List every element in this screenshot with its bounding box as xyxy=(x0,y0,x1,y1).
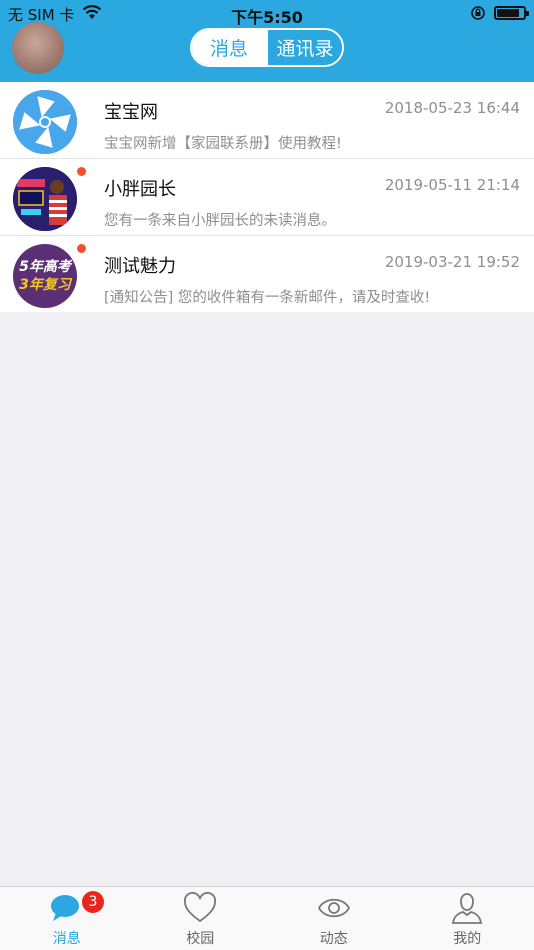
unread-dot xyxy=(77,167,86,176)
tabbar-label: 消息 xyxy=(52,931,81,947)
tab-bar: 消息 3 校园 动态 我的 xyxy=(0,886,534,950)
tab-contacts[interactable]: 通讯录 xyxy=(266,30,342,65)
conversation-name: 宝宝网 xyxy=(104,102,158,123)
unread-count-badge: 3 xyxy=(82,891,104,913)
clock: 下午5:50 xyxy=(231,8,303,27)
unread-dot xyxy=(77,244,86,253)
tabbar-label: 我的 xyxy=(453,931,482,947)
avatar: 5年高考 3年复习 xyxy=(13,244,77,308)
tabbar-item-me[interactable]: 我的 xyxy=(401,887,534,950)
heart-icon xyxy=(184,891,217,923)
status-bar: 无 SIM 卡 下午5:50 xyxy=(0,0,534,27)
tabbar-label: 动态 xyxy=(319,931,348,947)
tabbar-item-feed[interactable]: 动态 xyxy=(267,887,401,950)
promo-picture-icon xyxy=(13,167,77,231)
conversation-time: 2018-05-23 16:44 xyxy=(384,99,520,117)
conversation-row[interactable]: 宝宝网 2018-05-23 16:44 宝宝网新增【家园联系册】使用教程! xyxy=(0,82,534,159)
conversation-list: 宝宝网 2018-05-23 16:44 宝宝网新增【家园联系册】使用教程! 小… xyxy=(0,82,534,312)
tab-messages[interactable]: 消息 xyxy=(192,30,266,65)
tabbar-label: 校园 xyxy=(186,931,215,947)
conversation-row[interactable]: 5年高考 3年复习 测试魅力 2019-03-21 19:52 [通知公告] 您… xyxy=(0,236,534,312)
conversation-row[interactable]: 小胖园长 2019-05-11 21:14 您有一条来自小胖园长的未读消息。 xyxy=(0,159,534,236)
conversation-preview: [通知公告] 您的收件箱有一条新邮件，请及时查收! xyxy=(104,290,431,306)
app-header: 无 SIM 卡 下午5:50 消息 通讯录 xyxy=(0,0,534,82)
eye-icon xyxy=(317,898,350,918)
avatar-text-line: 3年复习 xyxy=(19,277,71,293)
profile-avatar[interactable] xyxy=(12,22,64,74)
conversation-name: 测试魅力 xyxy=(104,256,176,277)
tabbar-item-campus[interactable]: 校园 xyxy=(134,887,268,950)
conversation-preview: 您有一条来自小胖园长的未读消息。 xyxy=(104,213,336,229)
fan-logo-icon xyxy=(13,90,77,154)
conversation-time: 2019-03-21 19:52 xyxy=(384,253,520,271)
conversation-preview: 宝宝网新增【家园联系册】使用教程! xyxy=(104,136,342,152)
rotation-lock-icon xyxy=(471,6,485,20)
avatar xyxy=(13,167,77,231)
segmented-control: 消息 通讯录 xyxy=(190,28,344,67)
battery-icon xyxy=(494,6,529,20)
person-icon xyxy=(452,893,483,924)
avatar-text-line: 5年高考 xyxy=(19,259,71,275)
conversation-name: 小胖园长 xyxy=(104,179,176,200)
conversation-time: 2019-05-11 21:14 xyxy=(384,176,520,194)
tabbar-item-messages[interactable]: 消息 3 xyxy=(0,887,134,950)
avatar xyxy=(13,90,77,154)
chat-bubble-icon xyxy=(50,895,79,921)
